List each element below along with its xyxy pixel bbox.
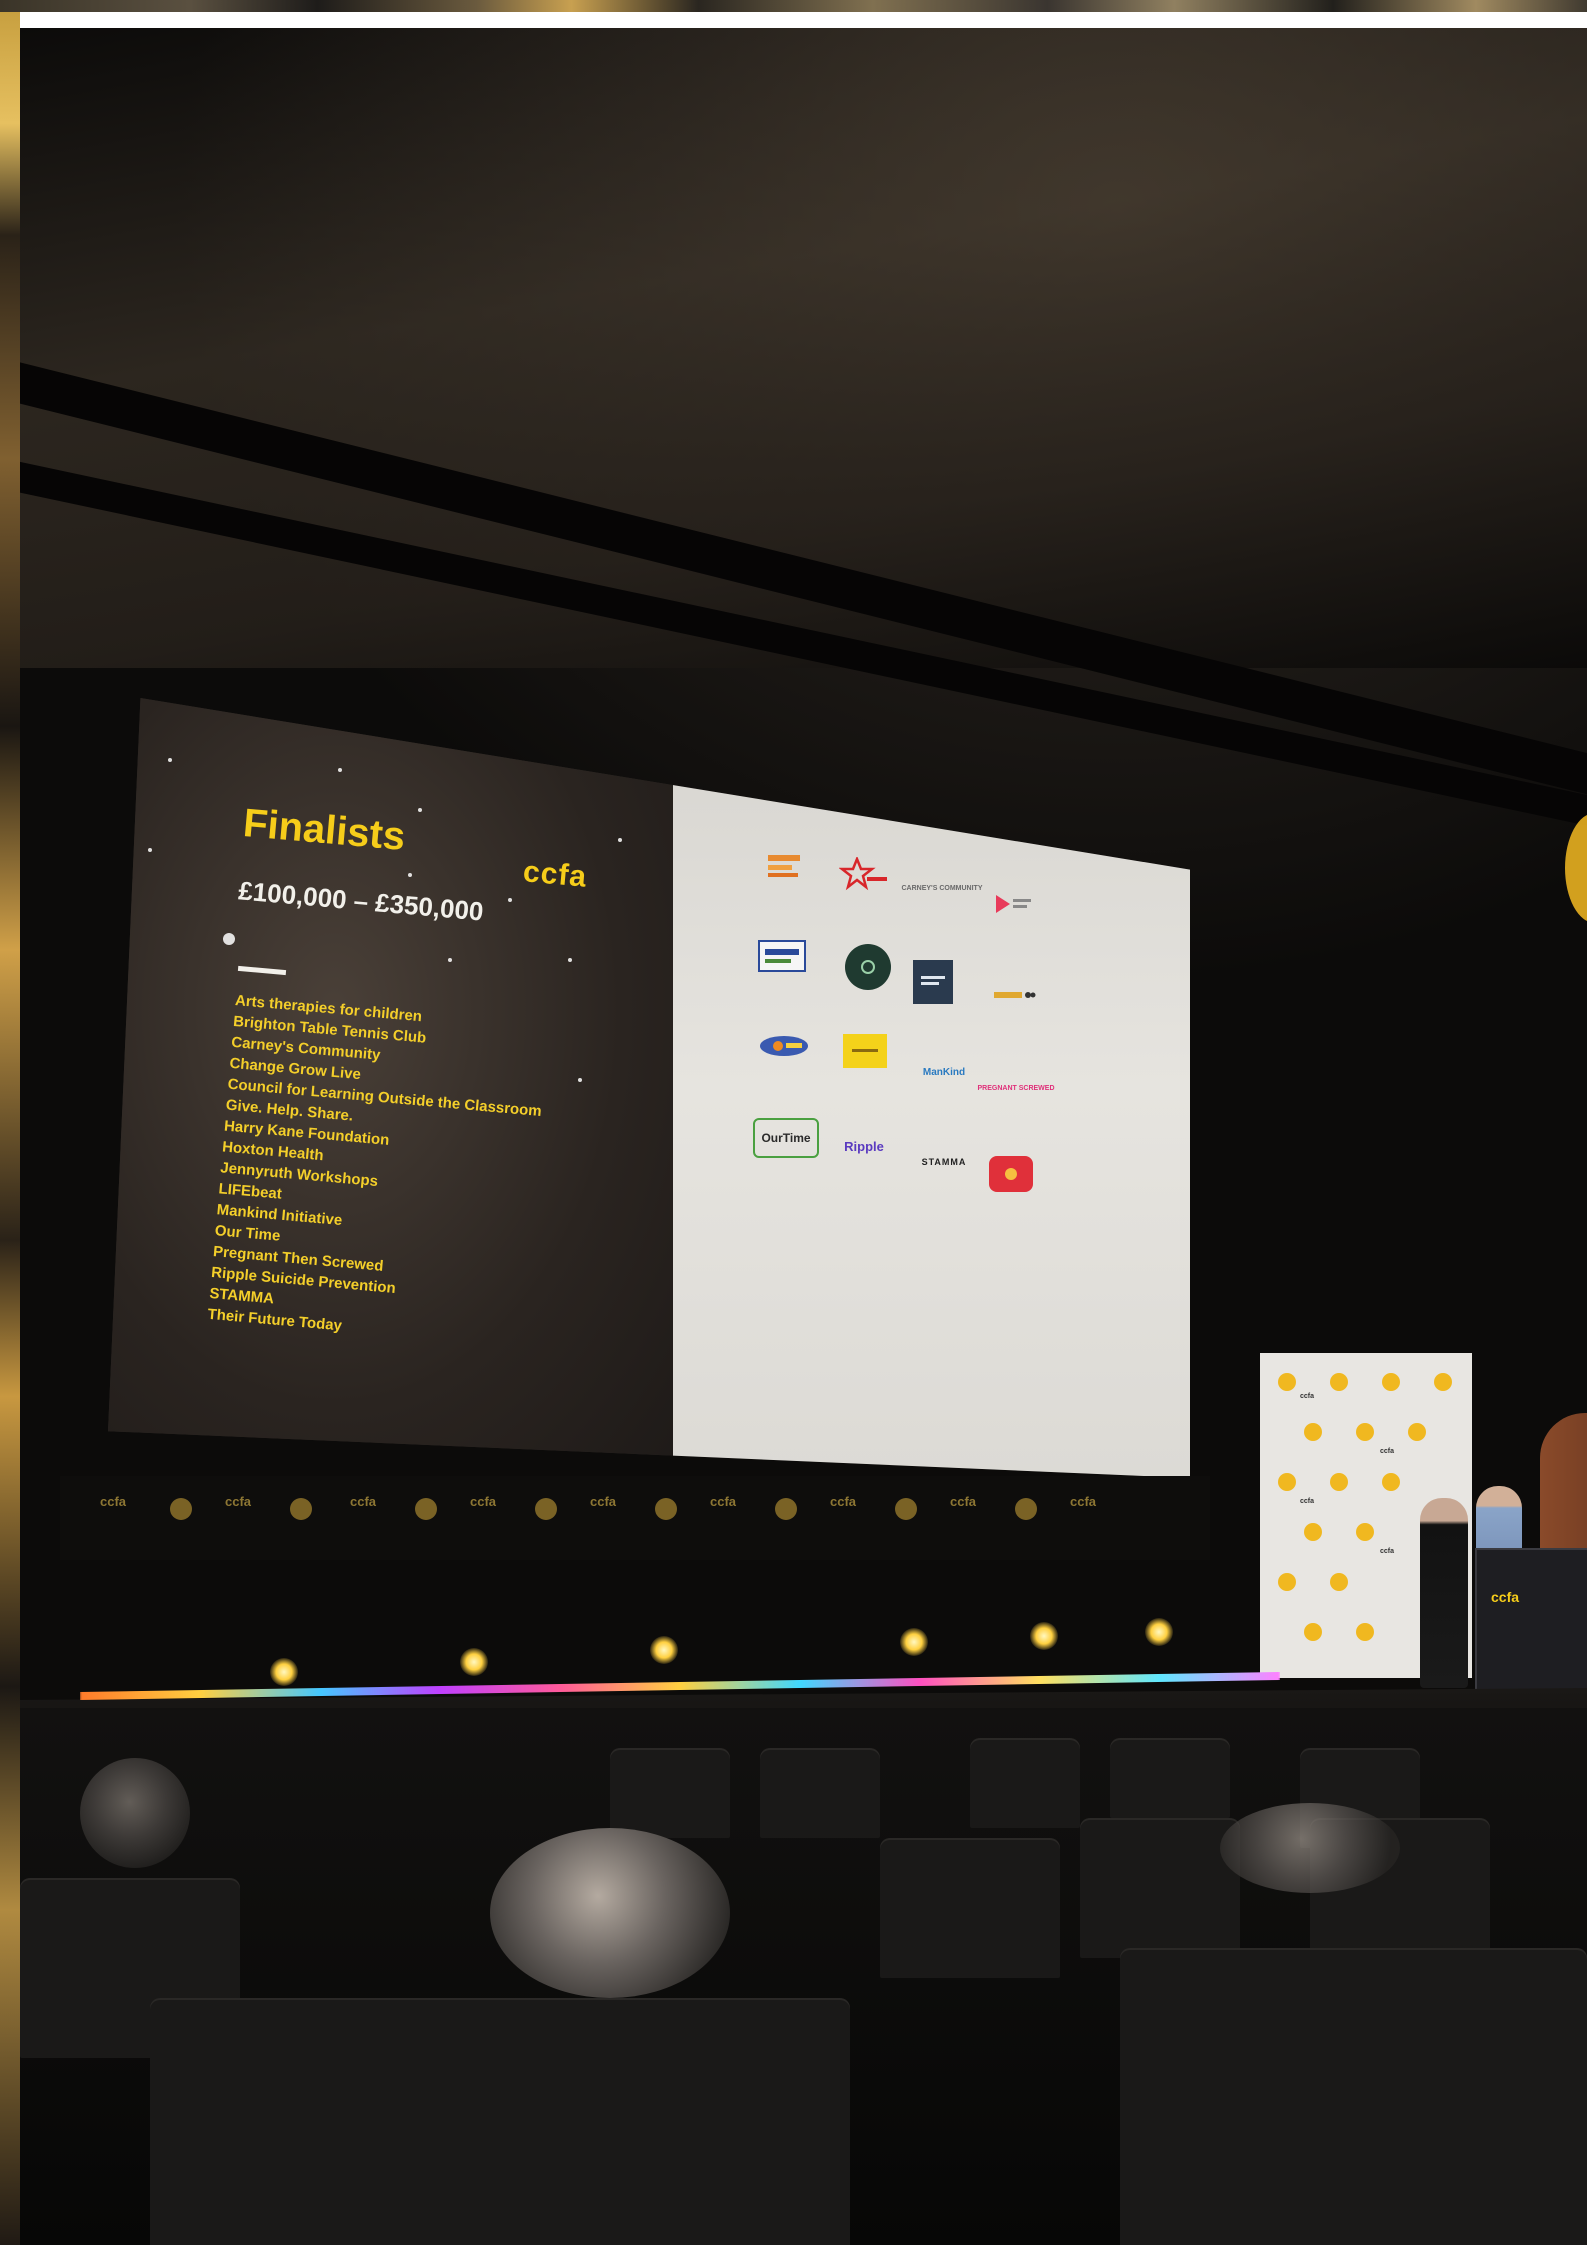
stage-light <box>460 1648 488 1676</box>
mankind-initiative-logo: ManKind <box>922 1066 966 1078</box>
stamma-logo: STAMMA <box>921 1157 967 1167</box>
press-wall-circle <box>1304 1423 1322 1441</box>
press-wall-circle <box>1330 1573 1348 1591</box>
stage-light <box>650 1636 678 1664</box>
brighton-table-tennis-logo <box>833 856 895 892</box>
ripple-logo: Ripple <box>844 1138 884 1154</box>
backdrop-brand-logo: ccfa <box>950 1494 977 1509</box>
press-wall-circle <box>1304 1523 1322 1541</box>
press-wall-brand: ccfa <box>1300 1393 1315 1400</box>
press-wall-circle <box>1434 1373 1452 1391</box>
adjacent-photo-strip-left <box>0 12 20 2245</box>
their-future-today-logo <box>989 1156 1033 1192</box>
backdrop-brand-logo: ccfa <box>100 1494 127 1509</box>
backdrop-circle <box>655 1498 677 1520</box>
audience-seat <box>610 1748 730 1838</box>
event-photo: Finalists ccfa £100,000 – £350,000 Arts … <box>20 28 1587 2245</box>
backdrop-brand-logo: ccfa <box>830 1494 857 1509</box>
press-wall-circle <box>1408 1423 1426 1441</box>
backdrop-brand-logo: ccfa <box>350 1494 377 1509</box>
star-dot <box>568 958 572 962</box>
audience-seat <box>150 1998 850 2245</box>
audience-seat <box>880 1838 1060 1978</box>
press-wall-circle <box>1356 1423 1374 1441</box>
audience-seat <box>760 1748 880 1838</box>
star-dot <box>508 898 512 902</box>
press-wall-circle <box>1278 1473 1296 1491</box>
audience-head <box>490 1828 730 1998</box>
press-wall-brand: ccfa <box>1300 1498 1315 1505</box>
arts-therapies-logo <box>753 848 815 884</box>
audience-seat <box>1080 1818 1240 1958</box>
adjacent-photo-strip-top <box>0 0 1587 12</box>
audience-seat <box>1120 1948 1587 2245</box>
backdrop-circle <box>775 1498 797 1520</box>
press-wall-circle <box>1330 1373 1348 1391</box>
backdrop-brand-logo: ccfa <box>470 1494 497 1509</box>
carneys-community-logo: CARNEY'S COMMUNITY <box>901 884 983 892</box>
backdrop-circle <box>895 1498 917 1520</box>
backdrop-circle <box>290 1498 312 1520</box>
stage-light <box>1030 1622 1058 1650</box>
slide-title: Finalists <box>241 801 407 859</box>
press-wall-circle <box>1356 1623 1374 1641</box>
give-help-share-logo <box>845 944 891 990</box>
backdrop-brand-logo: ccfa <box>225 1494 252 1509</box>
slide-dark-panel: Finalists ccfa £100,000 – £350,000 Arts … <box>108 698 673 1478</box>
star-dot <box>578 1078 582 1082</box>
press-wall-circle <box>1330 1473 1348 1491</box>
jennyruth-workshops-logo <box>753 1028 815 1064</box>
yellow-circle-decoration <box>1565 813 1587 923</box>
lectern-brand-logo: ccfa <box>1491 1589 1520 1605</box>
stage-backdrop: ccfa ccfa ccfa ccfa ccfa ccfa ccfa ccfa … <box>60 1476 1210 1560</box>
star-dot <box>338 768 342 772</box>
star-dot <box>168 758 172 762</box>
press-wall-circle <box>1356 1523 1374 1541</box>
pregnant-then-screwed-logo: PREGNANT SCREWED <box>977 1084 1055 1092</box>
lifebeat-logo <box>843 1034 887 1068</box>
slide-divider <box>237 965 287 976</box>
star-dot <box>418 808 422 812</box>
star-dot <box>148 848 152 852</box>
press-wall-circle <box>1304 1623 1322 1641</box>
audience-area <box>20 1708 1587 2245</box>
presenter-in-tuxedo <box>1420 1498 1468 1688</box>
backdrop-brand-logo: ccfa <box>590 1494 617 1509</box>
press-wall-brand: ccfa <box>1380 1548 1395 1555</box>
backdrop-brand-logo: ccfa <box>1070 1494 1097 1509</box>
council-outside-classroom-logo <box>751 938 813 974</box>
hoxton-health-logo <box>983 978 1045 1014</box>
star-dot <box>448 958 452 962</box>
star-dot <box>223 933 235 945</box>
star-dot <box>408 873 412 877</box>
backdrop-circle <box>170 1498 192 1520</box>
star-dot <box>618 838 622 842</box>
backdrop-brand-logo: ccfa <box>710 1494 737 1509</box>
change-grow-live-logo <box>983 886 1045 922</box>
audience-head <box>80 1758 190 1868</box>
backdrop-circle <box>1015 1498 1037 1520</box>
harry-kane-foundation-logo <box>913 960 953 1004</box>
our-time-logo: OurTime <box>753 1118 819 1158</box>
audience-head <box>1220 1803 1400 1893</box>
press-wall-brand: ccfa <box>1380 1448 1395 1455</box>
finalist-list: Arts therapies for children Brighton Tab… <box>207 990 550 1352</box>
slide-brand-logo: ccfa <box>521 855 589 894</box>
press-wall-circle <box>1382 1473 1400 1491</box>
backdrop-circle <box>535 1498 557 1520</box>
backdrop-circle <box>415 1498 437 1520</box>
stage-light <box>900 1628 928 1656</box>
projection-screen: Finalists ccfa £100,000 – £350,000 Arts … <box>108 698 1190 1478</box>
lectern: ccfa <box>1475 1548 1587 1692</box>
audience-seat <box>1110 1738 1230 1818</box>
press-wall-circle <box>1382 1373 1400 1391</box>
stage-light <box>1145 1618 1173 1646</box>
stage-light <box>270 1658 298 1686</box>
audience-seat <box>970 1738 1080 1828</box>
press-wall-circle <box>1278 1573 1296 1591</box>
slide-funding-range: £100,000 – £350,000 <box>237 875 485 927</box>
press-wall-circle <box>1278 1373 1296 1391</box>
slide-logo-panel: CARNEY'S COMMUNITY ManKind PREGNANT SCRE… <box>673 698 1190 1478</box>
